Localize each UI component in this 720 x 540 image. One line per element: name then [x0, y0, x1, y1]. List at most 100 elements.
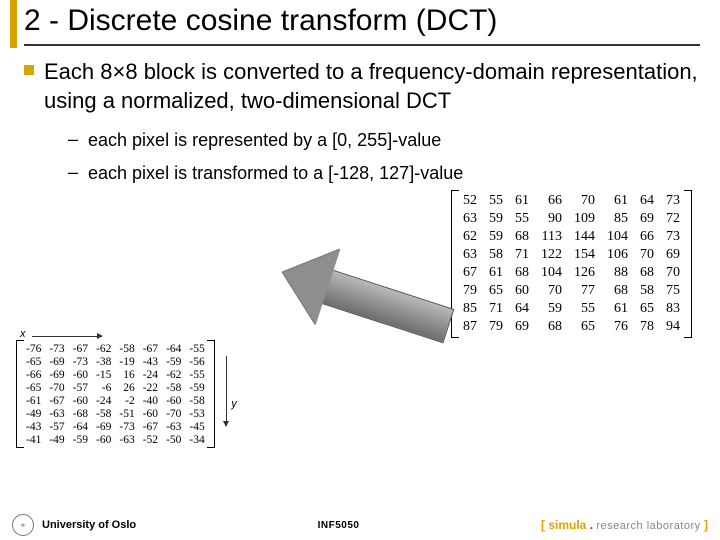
slide-footer: ✶ University of Oslo INF5050 [ simula . …: [0, 514, 720, 540]
matrix-cell: 58: [634, 282, 660, 300]
arrow-head-icon: [270, 234, 340, 325]
matrix-cell: 104: [601, 228, 634, 246]
bullet-text: Each 8×8 block is converted to a frequen…: [44, 58, 700, 115]
matrix-original: 5255616670616473635955901098569726259681…: [451, 190, 692, 338]
matrix-cell: -43: [139, 355, 162, 368]
bullet-dash-icon: –: [68, 129, 78, 151]
matrix-cell: -24: [92, 394, 115, 407]
matrix-cell: 55: [483, 192, 509, 210]
matrix-cell: -50: [162, 433, 185, 446]
matrix-cell: 64: [634, 192, 660, 210]
matrix-row: -61-67-60-24-2-40-60-58: [22, 394, 209, 407]
matrix-cell: 88: [601, 264, 634, 282]
matrix-cell: -41: [22, 433, 45, 446]
matrix-cell: -2: [115, 394, 138, 407]
slide-title: 2 - Discrete cosine transform (DCT): [24, 4, 700, 46]
matrix-row: -65-69-73-38-19-43-59-56: [22, 355, 209, 368]
matrix-cell: 90: [535, 210, 568, 228]
matrix-cell: -76: [22, 342, 45, 355]
matrix-cell: 69: [660, 246, 686, 264]
matrix-cell: -67: [139, 342, 162, 355]
matrix-cell: 70: [634, 246, 660, 264]
matrix-cell: -64: [69, 420, 92, 433]
matrix-original-table: 5255616670616473635955901098569726259681…: [457, 192, 686, 336]
matrix-cell: 61: [483, 264, 509, 282]
logo-bracket-right: ]: [701, 518, 708, 532]
matrix-cell: -56: [185, 355, 208, 368]
matrix-cell: 72: [660, 210, 686, 228]
matrix-cell: 154: [568, 246, 601, 264]
matrix-cell: -70: [162, 407, 185, 420]
matrix-cell: -60: [92, 433, 115, 446]
matrix-cell: -55: [185, 342, 208, 355]
matrix-cell: -63: [115, 433, 138, 446]
matrix-cell: -24: [139, 368, 162, 381]
matrix-cell: 122: [535, 246, 568, 264]
uio-seal-icon: ✶: [12, 514, 34, 536]
matrix-cell: -68: [69, 407, 92, 420]
matrix-cell: 68: [535, 318, 568, 336]
matrix-cell: 58: [483, 246, 509, 264]
sub-bullet-2-text: each pixel is transformed to a [-128, 12…: [88, 162, 463, 185]
matrix-cell: 71: [483, 300, 509, 318]
matrix-cell: 67: [457, 264, 483, 282]
matrix-row: 63595590109856972: [457, 210, 686, 228]
matrix-cell: 65: [483, 282, 509, 300]
matrix-cell: -59: [185, 381, 208, 394]
matrix-row: -41-49-59-60-63-52-50-34: [22, 433, 209, 446]
sub-bullets: – each pixel is represented by a [0, 255…: [68, 129, 700, 184]
matrix-cell: -61: [22, 394, 45, 407]
matrix-cell: 61: [601, 192, 634, 210]
matrix-cell: 59: [535, 300, 568, 318]
matrix-cell: 70: [660, 264, 686, 282]
matrix-cell: -73: [45, 342, 68, 355]
matrix-row: 6358711221541067069: [457, 246, 686, 264]
bullet-square-icon: [24, 65, 34, 75]
matrix-cell: -6: [92, 381, 115, 394]
transform-arrow: [270, 234, 466, 366]
matrix-cell: 68: [601, 282, 634, 300]
matrix-cell: -69: [45, 355, 68, 368]
matrix-cell: -66: [22, 368, 45, 381]
matrix-cell: -58: [115, 342, 138, 355]
matrix-bracket: 5255616670616473635955901098569726259681…: [451, 190, 692, 338]
matrix-cell: -65: [22, 381, 45, 394]
matrix-cell: 75: [660, 282, 686, 300]
sub-bullet-1: – each pixel is represented by a [0, 255…: [68, 129, 700, 152]
arrow-shaft: [320, 269, 455, 343]
matrix-cell: -65: [22, 355, 45, 368]
matrix-cell: -52: [139, 433, 162, 446]
matrix-cell: 64: [509, 300, 535, 318]
matrix-row: -43-57-64-69-73-67-63-45: [22, 420, 209, 433]
matrix-cell: 60: [509, 282, 535, 300]
matrix-cell: 61: [509, 192, 535, 210]
matrix-cell: -53: [185, 407, 208, 420]
matrix-cell: 26: [115, 381, 138, 394]
matrix-cell: -58: [185, 394, 208, 407]
matrix-cell: -60: [162, 394, 185, 407]
matrix-cell: -22: [139, 381, 162, 394]
matrix-cell: -59: [162, 355, 185, 368]
matrix-cell: 87: [457, 318, 483, 336]
matrix-cell: -59: [69, 433, 92, 446]
matrix-cell: -67: [69, 342, 92, 355]
matrix-cell: 66: [535, 192, 568, 210]
matrix-cell: -49: [45, 433, 68, 446]
matrix-cell: 76: [601, 318, 634, 336]
sub-bullet-2: – each pixel is transformed to a [-128, …: [68, 162, 700, 185]
matrix-cell: 71: [509, 246, 535, 264]
matrix-cell: 66: [634, 228, 660, 246]
matrix-cell: -45: [185, 420, 208, 433]
title-accent: [10, 0, 17, 48]
matrix-cell: -58: [92, 407, 115, 420]
matrix-cell: -55: [185, 368, 208, 381]
matrix-cell: -15: [92, 368, 115, 381]
matrix-cell: -60: [69, 394, 92, 407]
matrix-cell: 52: [457, 192, 483, 210]
matrix-cell: -40: [139, 394, 162, 407]
matrix-cell: 73: [660, 228, 686, 246]
matrix-cell: -57: [69, 381, 92, 394]
footer-left: ✶ University of Oslo: [12, 514, 136, 536]
logo-lab: research laboratory: [596, 520, 700, 532]
matrix-cell: -67: [139, 420, 162, 433]
